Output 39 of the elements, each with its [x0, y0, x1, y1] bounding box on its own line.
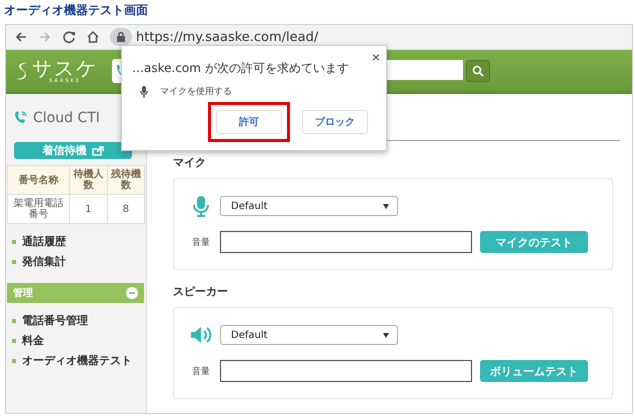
sidebar-link[interactable]: 電話番号管理 [12, 313, 146, 328]
section-title: 管理 [13, 286, 33, 300]
external-link-icon [92, 146, 104, 156]
search-button[interactable] [466, 60, 490, 82]
lock-icon[interactable] [110, 28, 132, 46]
section-heading: マイク [173, 155, 207, 170]
caret-icon [383, 204, 389, 208]
permission-text: マイクを使用する [160, 86, 232, 98]
address-bar[interactable]: https://my.saaske.com/lead/ [136, 30, 318, 44]
column-header: 待機人数 [70, 166, 107, 194]
sidebar-title: Cloud CTI [33, 110, 100, 126]
reload-icon[interactable] [62, 30, 76, 44]
column-header: 残待機数 [107, 166, 144, 194]
column-header: 番号名称 [8, 166, 70, 194]
popup-button[interactable]: 許可 [216, 110, 282, 134]
table-cell: 1 [70, 194, 107, 224]
phone-icon [12, 110, 28, 126]
table-cell: 架電用電話番号 [8, 194, 70, 224]
search-icon [472, 65, 484, 77]
back-icon[interactable] [14, 30, 28, 44]
sidebar-link[interactable]: オーディオ機器テスト [12, 353, 146, 368]
sidebar-link[interactable]: 料金 [12, 333, 146, 348]
page-caption: オーディオ機器テスト画面 [3, 2, 149, 19]
sidebar-link[interactable]: 通話履歴 [12, 234, 146, 249]
popup-button[interactable]: ブロック [302, 110, 368, 134]
close-button[interactable]: × [372, 50, 380, 64]
popup-title: …aske.com が次の許可を求めています [132, 60, 350, 77]
table-cell: 8 [107, 194, 144, 224]
speaker-icon [190, 324, 212, 346]
home-icon[interactable] [86, 30, 100, 44]
microphone-icon [190, 195, 212, 217]
microphone-icon [140, 86, 148, 98]
device-select[interactable]: Default [220, 196, 398, 216]
section-heading: スピーカー [173, 284, 229, 299]
caret-icon [383, 332, 389, 338]
device-select[interactable]: Default [220, 325, 398, 345]
volume-label: 音量 [191, 236, 211, 248]
volume-label: 音量 [191, 366, 211, 378]
sidebar-link[interactable]: 発信集計 [12, 254, 146, 269]
